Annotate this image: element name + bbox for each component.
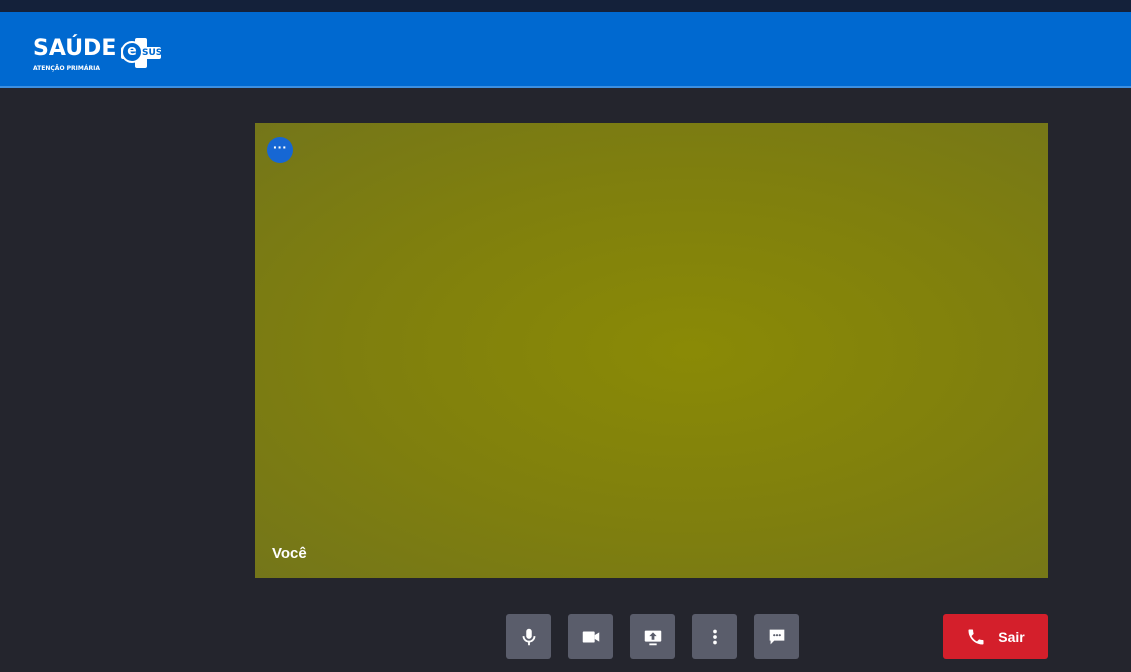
app-header: SAÚDE e SUS ATENÇÃO PRIMÁRIA [0,12,1131,88]
logo-badge-text: SUS [142,48,163,58]
leave-call-button[interactable]: Sair [943,614,1048,659]
phone-icon [968,629,984,644]
microphone-button[interactable] [506,614,551,659]
top-bar-strip [0,0,1131,12]
microphone-icon [522,628,535,645]
camera-icon [582,631,599,642]
self-video-tile: ··· Você [255,123,1048,578]
chat-icon [769,629,784,644]
chat-button[interactable] [754,614,799,659]
logo-cross-icon: e SUS [121,38,163,68]
more-vertical-icon [712,629,717,644]
participant-label: Você [272,545,307,562]
logo-title: SAÚDE [33,36,117,61]
more-options-button[interactable] [692,614,737,659]
logo-subtitle: ATENÇÃO PRIMÁRIA [33,65,100,72]
leave-label: Sair [998,628,1025,645]
screen-share-button[interactable] [630,614,675,659]
logo-badge-letter: e [121,41,143,63]
more-horizontal-icon[interactable]: ··· [267,137,293,163]
screen-share-icon [644,630,661,645]
camera-button[interactable] [568,614,613,659]
